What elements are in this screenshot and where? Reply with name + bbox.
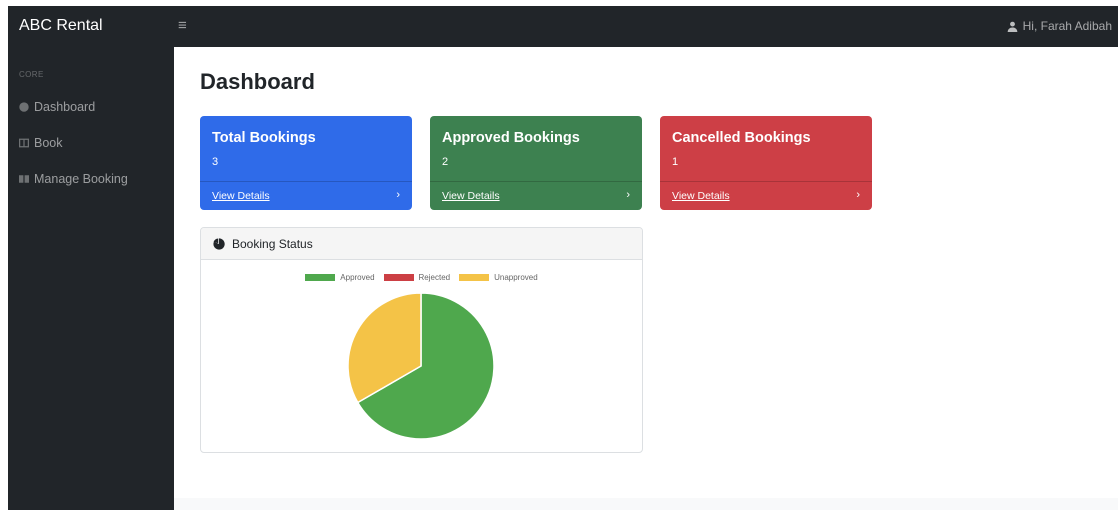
view-details-link[interactable]: View Details <box>442 190 500 202</box>
sidebar-item-manage-booking[interactable]: Manage Booking <box>19 172 128 186</box>
legend-label: Approved <box>340 273 375 282</box>
user-menu[interactable]: Hi, Farah Adibah <box>1007 19 1112 33</box>
footer-strip <box>174 498 1118 510</box>
sidebar-item-dashboard[interactable]: Dashboard <box>19 100 95 114</box>
sidebar-toggle-button[interactable]: ≡ <box>178 17 187 34</box>
card-value: 2 <box>442 156 449 168</box>
book-icon <box>19 138 29 148</box>
sidebar-item-label: Book <box>34 136 63 150</box>
view-details-link[interactable]: View Details <box>672 190 730 202</box>
manage-booking-icon <box>19 174 29 184</box>
top-navbar: ABC Rental ≡ Hi, Farah Adibah <box>8 6 1118 47</box>
card-title: Total Bookings <box>212 130 316 146</box>
card-title: Approved Bookings <box>442 130 580 146</box>
legend-label: Unapproved <box>494 273 538 282</box>
user-greeting: Hi, Farah Adibah <box>1022 19 1112 33</box>
brand-logo[interactable]: ABC Rental <box>19 17 103 35</box>
legend-label: Rejected <box>418 273 451 282</box>
total-bookings-card: Total Bookings 3 View Details › <box>200 116 412 210</box>
sidebar-item-label: Dashboard <box>34 100 96 114</box>
sidebar-heading: CORE <box>19 70 44 79</box>
chart-legend: Approved Rejected Unapproved <box>201 273 642 282</box>
legend-item-unapproved[interactable]: Unapproved <box>459 273 538 282</box>
sidebar-item-label: Manage Booking <box>34 172 128 186</box>
chevron-right-icon[interactable]: › <box>856 189 860 201</box>
page-title: Dashboard <box>200 69 315 94</box>
chevron-right-icon[interactable]: › <box>626 189 630 201</box>
app-frame: ABC Rental ≡ Hi, Farah Adibah CORE Dashb… <box>8 6 1118 510</box>
approved-bookings-card: Approved Bookings 2 View Details › <box>430 116 642 210</box>
legend-swatch <box>459 274 490 281</box>
user-icon <box>1007 21 1017 32</box>
legend-swatch <box>383 274 414 281</box>
view-details-link[interactable]: View Details <box>212 190 270 202</box>
card-value: 3 <box>212 156 219 168</box>
main-content: Dashboard Total Bookings 3 View Details … <box>174 47 1118 510</box>
card-footer: View Details › <box>200 181 412 210</box>
legend-item-rejected[interactable]: Rejected <box>383 273 451 282</box>
booking-status-pie-chart <box>347 292 495 440</box>
sidebar: CORE Dashboard Book Manage Booking <box>8 47 174 510</box>
legend-swatch <box>305 274 336 281</box>
panel-title: Booking Status <box>232 236 313 251</box>
pie-chart-icon <box>213 237 225 250</box>
sidebar-item-book[interactable]: Book <box>19 136 63 150</box>
card-footer: View Details › <box>430 181 642 210</box>
booking-status-panel: Booking Status Approved Rejected Unappro… <box>200 227 643 453</box>
legend-item-approved[interactable]: Approved <box>305 273 375 282</box>
cancelled-bookings-card: Cancelled Bookings 1 View Details › <box>660 116 872 210</box>
card-value: 1 <box>672 156 679 168</box>
card-title: Cancelled Bookings <box>672 130 811 146</box>
panel-header: Booking Status <box>201 228 642 260</box>
chevron-right-icon[interactable]: › <box>396 189 400 201</box>
card-footer: View Details › <box>660 181 872 210</box>
dashboard-icon <box>19 102 29 112</box>
